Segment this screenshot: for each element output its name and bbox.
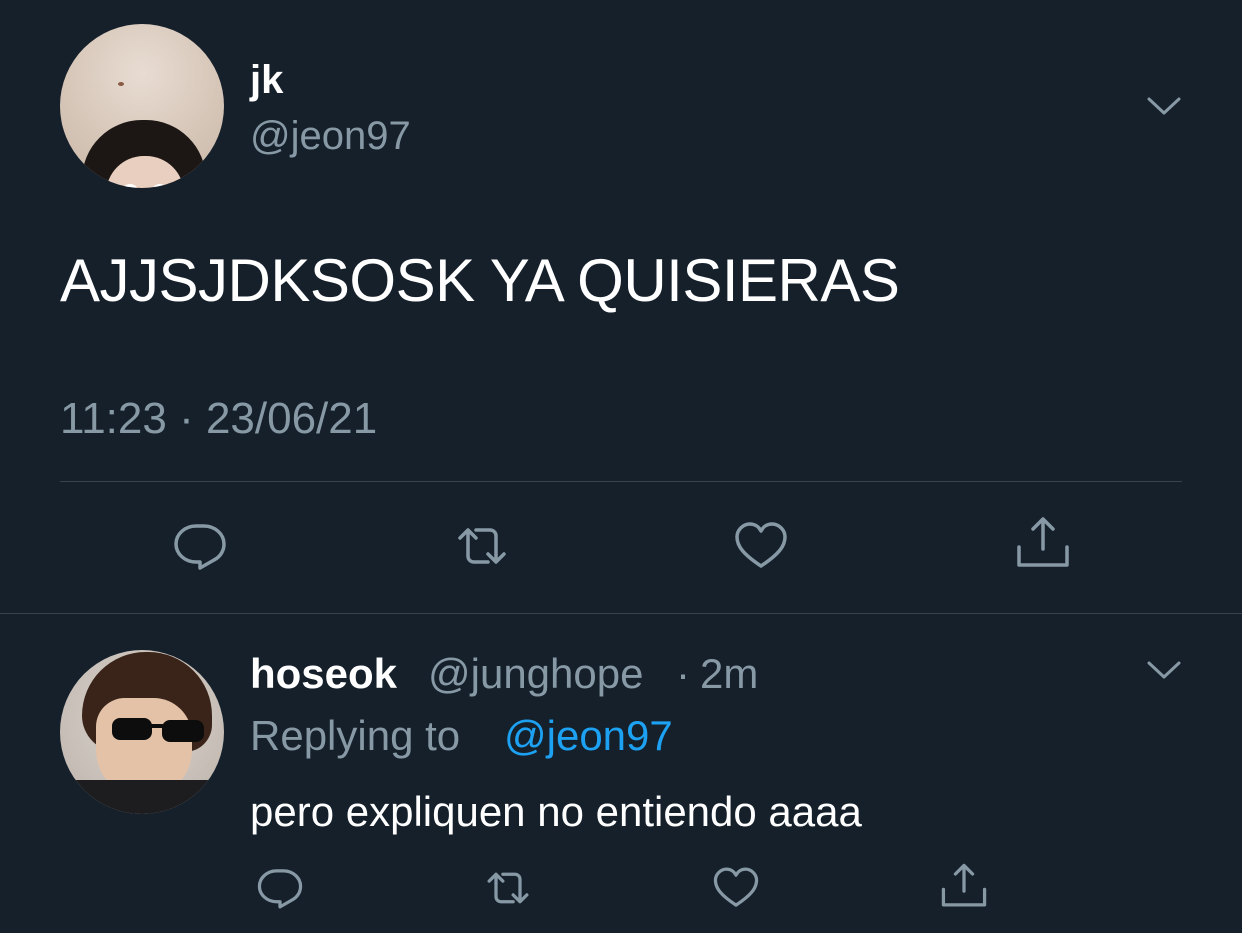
replying-to-handle-link[interactable]: @jeon97 (504, 712, 673, 760)
retweet-icon[interactable] (454, 518, 510, 574)
divider (60, 481, 1182, 482)
heart-icon[interactable] (733, 518, 789, 574)
chevron-down-icon[interactable] (1146, 94, 1182, 118)
avatar-hoseok[interactable] (60, 650, 224, 814)
tweet-timestamp[interactable]: 11:23 · 23/06/21 (60, 394, 377, 444)
comment-icon[interactable] (172, 518, 228, 574)
share-icon[interactable] (940, 862, 988, 910)
reply-text: pero expliquen no entiendo aaaa (250, 788, 862, 835)
avatar-jk[interactable] (60, 24, 224, 188)
meta-separator: · (676, 650, 690, 697)
retweet-icon[interactable] (484, 864, 532, 912)
heart-icon[interactable] (712, 864, 760, 912)
avatar-sunglasses (112, 718, 204, 742)
share-icon[interactable] (1015, 515, 1071, 571)
author-display-name[interactable]: jk (250, 58, 283, 103)
comment-icon[interactable] (256, 864, 304, 912)
avatar-shirt (60, 780, 224, 814)
replying-to-label: Replying to (250, 712, 461, 759)
reply-author-handle[interactable]: @junghope (428, 650, 643, 698)
author-handle[interactable]: @jeon97 (250, 114, 411, 159)
tweet-text: AJJSJDKSOSK YA QUISIERAS (60, 247, 900, 314)
section-divider (0, 613, 1242, 614)
reply-time-ago[interactable]: 2m (700, 650, 758, 698)
reply-author-display-name[interactable]: hoseok (250, 650, 397, 698)
avatar-background-detail (118, 82, 124, 86)
chevron-down-icon[interactable] (1146, 658, 1182, 682)
